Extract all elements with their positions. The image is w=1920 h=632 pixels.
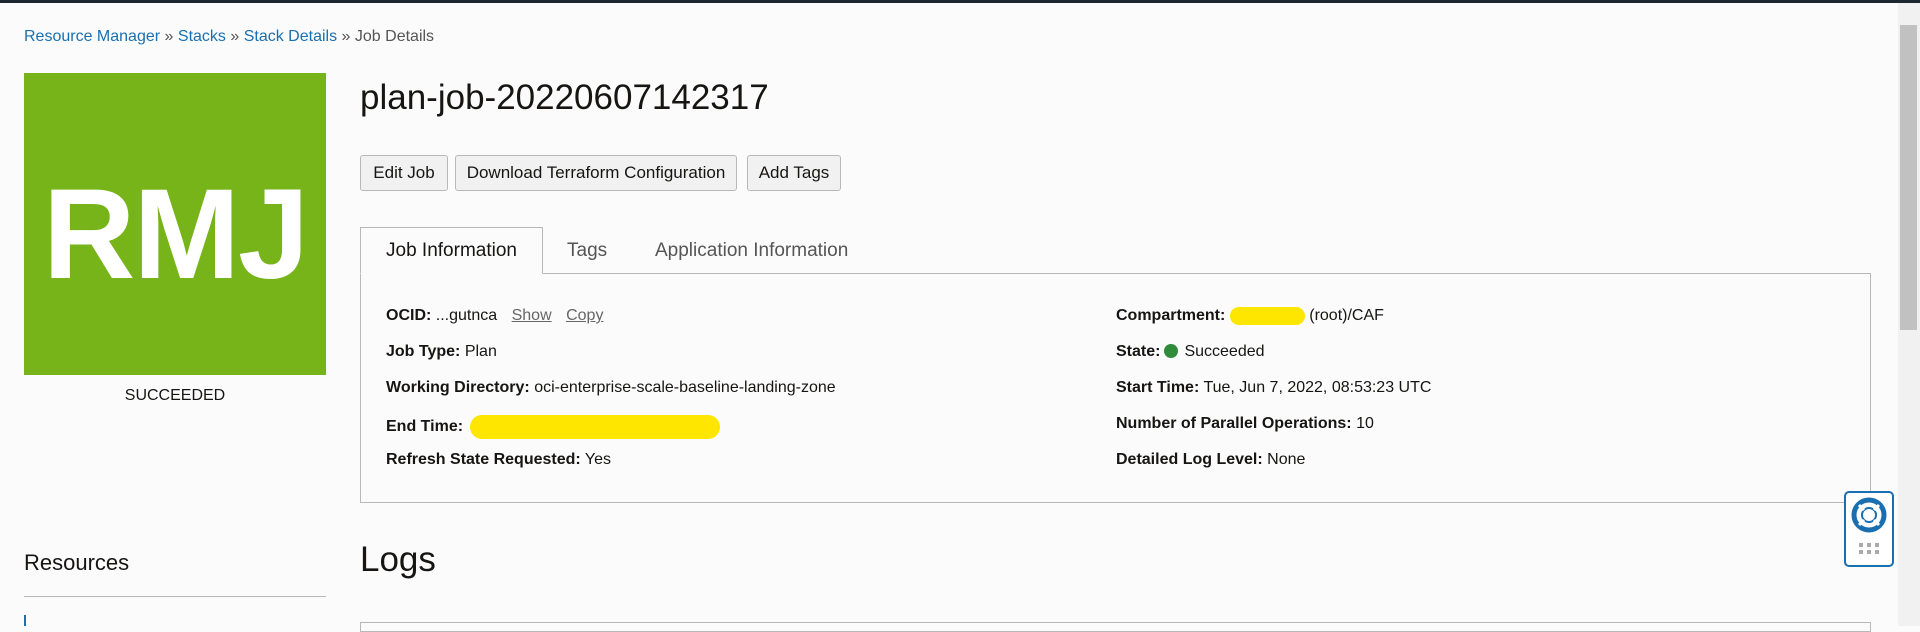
job-type-value: Plan — [465, 343, 497, 360]
start-time-label: Start Time: — [1116, 379, 1199, 396]
state-row: State: Succeeded — [1116, 343, 1265, 361]
log-level-label: Detailed Log Level: — [1116, 451, 1263, 468]
resources-nav-indicator — [24, 615, 26, 626]
breadcrumb-stacks[interactable]: Stacks — [178, 28, 226, 45]
log-level-row: Detailed Log Level: None — [1116, 451, 1305, 469]
parallel-operations-value: 10 — [1356, 415, 1374, 432]
help-widget[interactable] — [1844, 491, 1894, 567]
log-level-value: None — [1267, 451, 1305, 468]
job-type-row: Job Type: Plan — [386, 343, 497, 361]
breadcrumb-current: Job Details — [355, 28, 434, 45]
compartment-value: (root)/CAF — [1309, 307, 1384, 324]
ocid-label: OCID: — [386, 307, 431, 324]
end-time-row: End Time: — [386, 415, 720, 439]
working-directory-value: oci-enterprise-scale-baseline-landing-zo… — [534, 379, 836, 396]
logs-heading: Logs — [360, 540, 436, 580]
job-information-panel: OCID: ...gutnca Show Copy Job Type: Plan… — [360, 273, 1871, 503]
state-label: State: — [1116, 343, 1160, 360]
status-label: SUCCEEDED — [24, 387, 326, 405]
breadcrumb-separator: » — [230, 28, 239, 45]
parallel-operations-label: Number of Parallel Operations: — [1116, 415, 1352, 432]
lifebuoy-icon — [1846, 493, 1892, 565]
divider — [24, 596, 326, 597]
tab-job-information[interactable]: Job Information — [360, 227, 543, 274]
status-dot-icon — [1164, 344, 1178, 358]
start-time-row: Start Time: Tue, Jun 7, 2022, 08:53:23 U… — [1116, 379, 1431, 397]
parallel-operations-row: Number of Parallel Operations: 10 — [1116, 415, 1374, 433]
resources-heading: Resources — [24, 550, 129, 576]
edit-job-button[interactable]: Edit Job — [360, 155, 448, 191]
top-bar — [0, 0, 1920, 3]
show-ocid-link[interactable]: Show — [512, 307, 552, 324]
ocid-row: OCID: ...gutnca Show Copy — [386, 307, 603, 325]
refresh-state-value: Yes — [585, 451, 611, 468]
redaction-mark — [1230, 307, 1305, 325]
working-directory-label: Working Directory: — [386, 379, 530, 396]
logs-panel — [360, 622, 1871, 632]
breadcrumb-separator: » — [165, 28, 174, 45]
job-logo: RMJ — [24, 73, 326, 375]
add-tags-button[interactable]: Add Tags — [747, 155, 841, 191]
page-title: plan-job-20220607142317 — [360, 78, 769, 118]
redaction-mark — [470, 415, 720, 439]
compartment-row: Compartment: (root)/CAF — [1116, 307, 1384, 325]
state-value: Succeeded — [1184, 343, 1264, 360]
tab-application-information[interactable]: Application Information — [655, 227, 848, 274]
copy-ocid-link[interactable]: Copy — [566, 307, 603, 324]
breadcrumb-stack-details[interactable]: Stack Details — [244, 28, 337, 45]
download-terraform-button[interactable]: Download Terraform Configuration — [455, 155, 737, 191]
end-time-label: End Time: — [386, 418, 463, 435]
scrollbar-thumb[interactable] — [1900, 25, 1917, 330]
working-directory-row: Working Directory: oci-enterprise-scale-… — [386, 379, 836, 397]
tab-tags[interactable]: Tags — [567, 227, 607, 274]
ocid-value: ...gutnca — [436, 307, 497, 324]
refresh-state-label: Refresh State Requested: — [386, 451, 581, 468]
breadcrumb: Resource Manager » Stacks » Stack Detail… — [24, 28, 434, 46]
compartment-label: Compartment: — [1116, 307, 1225, 324]
refresh-state-row: Refresh State Requested: Yes — [386, 451, 611, 469]
breadcrumb-resource-manager[interactable]: Resource Manager — [24, 28, 160, 45]
job-type-label: Job Type: — [386, 343, 460, 360]
start-time-value: Tue, Jun 7, 2022, 08:53:23 UTC — [1203, 379, 1431, 396]
breadcrumb-separator: » — [342, 28, 351, 45]
